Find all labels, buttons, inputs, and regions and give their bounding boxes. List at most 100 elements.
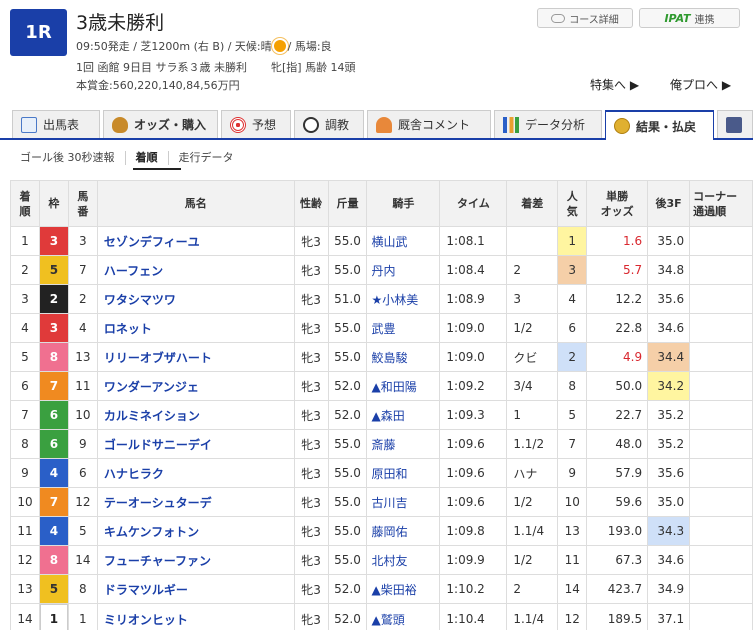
jockey-link[interactable]: 北村友 — [366, 545, 441, 575]
jockey-link[interactable]: ▲柴田裕 — [366, 574, 441, 604]
tab-stable-comment[interactable]: 厩舎コメント — [367, 110, 491, 138]
horse-name-link[interactable]: フューチャーファン — [96, 545, 295, 575]
horse-name-link[interactable]: ゴールドサニーデイ — [96, 429, 295, 459]
umaban-cell: 14 — [67, 545, 98, 575]
subnav-goal-flash[interactable]: ゴール後 30秒速報 — [10, 151, 126, 165]
rank-cell: 13 — [10, 574, 40, 604]
tab-label: 予想 — [252, 118, 277, 132]
horse-name-link[interactable]: ハーフェン — [96, 255, 295, 285]
header-last3f: 後3F — [647, 180, 691, 227]
horse-name-link[interactable]: ミリオンヒット — [96, 603, 295, 630]
odds-cell: 423.7 — [586, 574, 649, 604]
ipat-link-button[interactable]: IPAT 連携 — [639, 8, 740, 28]
horse-name-link[interactable]: ハナヒラク — [96, 458, 295, 488]
umaban-cell: 13 — [67, 342, 98, 372]
time-cell: 1:09.0 — [439, 313, 508, 343]
jockey-link[interactable]: ▲和田陽 — [366, 371, 441, 401]
tab-odds[interactable]: オッズ・購入 — [103, 110, 218, 138]
horse-name-link[interactable]: ワンダーアンジェ — [96, 371, 295, 401]
tab-results[interactable]: 結果・払戻 — [605, 110, 714, 140]
corner-cell — [689, 313, 753, 343]
margin-cell: 3 — [506, 284, 559, 314]
umaban-cell: 11 — [67, 371, 98, 401]
ipat-label: 連携 — [694, 14, 715, 26]
tab-label: オッズ・購入 — [134, 118, 207, 132]
umaban-cell: 9 — [67, 429, 98, 459]
waku-cell: 1 — [38, 603, 69, 630]
margin-cell: 1.1/4 — [506, 516, 559, 546]
umaban-cell: 8 — [67, 574, 98, 604]
waku-badge: 4 — [40, 517, 68, 545]
jockey-link[interactable]: 横山武 — [366, 226, 441, 256]
horse-name-link[interactable]: リリーオブザハート — [96, 342, 295, 372]
sex-age-cell: 牝3 — [293, 516, 329, 546]
tokushu-link[interactable]: 特集へ ▶ — [590, 76, 639, 93]
popularity-cell: 11 — [557, 545, 588, 575]
odds-cell: 67.3 — [586, 545, 649, 575]
waku-cell: 4 — [38, 516, 69, 546]
jockey-link[interactable]: 鮫島駿 — [366, 342, 441, 372]
jockey-link[interactable]: ▲森田 — [366, 400, 441, 430]
corner-cell — [689, 371, 753, 401]
orepro-link[interactable]: 俺プロへ ▶ — [670, 76, 731, 93]
time-cell: 1:10.4 — [439, 603, 508, 630]
header-popularity: 人 気 — [557, 180, 588, 227]
margin-cell: クビ — [506, 342, 559, 372]
last3f-cell: 37.1 — [647, 603, 691, 630]
corner-cell — [689, 516, 753, 546]
time-cell: 1:09.2 — [439, 371, 508, 401]
corner-cell — [689, 255, 753, 285]
last3f-cell: 34.2 — [647, 371, 691, 401]
tab-label: データ分析 — [525, 118, 586, 132]
jockey-link[interactable]: 藤岡佑 — [366, 516, 441, 546]
subnav-order[interactable]: 着順 — [126, 151, 169, 165]
tab-yoso[interactable]: 予想 — [221, 110, 291, 138]
race-start-info: 09:50発走 / 芝1200m (右 B) / 天候:晴 — [76, 40, 272, 53]
track-condition: / 馬場:良 — [287, 40, 332, 53]
last3f-cell: 35.6 — [647, 458, 691, 488]
tab-data-analysis[interactable]: データ分析 — [494, 110, 602, 138]
rank-cell: 10 — [10, 487, 40, 517]
tab-movie[interactable] — [717, 110, 753, 138]
weight-cell: 55.0 — [327, 255, 368, 285]
corner-cell — [689, 545, 753, 575]
horse-name-link[interactable]: カルミネイション — [96, 400, 295, 430]
stable-icon — [376, 116, 392, 133]
header-corner: コーナー 通過順 — [689, 180, 753, 227]
corner-cell — [689, 400, 753, 430]
popularity-cell: 3 — [557, 255, 588, 285]
last3f-cell: 34.4 — [647, 342, 691, 372]
last3f-cell: 35.6 — [647, 284, 691, 314]
horse-name-link[interactable]: ワタシマツワ — [96, 284, 295, 314]
odds-cell: 5.7 — [586, 255, 649, 285]
subnav-running-data[interactable]: 走行データ — [169, 151, 244, 165]
jockey-link[interactable]: 丹内 — [366, 255, 441, 285]
waku-badge: 8 — [40, 546, 68, 574]
tab-training[interactable]: 調教 — [294, 110, 364, 138]
horse-name-link[interactable]: テーオーシュターデ — [96, 487, 295, 517]
course-detail-button[interactable]: コース詳細 — [537, 8, 633, 28]
time-cell: 1:08.9 — [439, 284, 508, 314]
waku-cell: 4 — [38, 458, 69, 488]
jockey-link[interactable]: ★小林美 — [366, 284, 441, 314]
odds-cell: 50.0 — [586, 371, 649, 401]
stopwatch-icon — [303, 116, 319, 133]
sex-age-cell: 牝3 — [293, 313, 329, 343]
horse-name-link[interactable]: ロネット — [96, 313, 295, 343]
odds-cell: 193.0 — [586, 516, 649, 546]
sex-age-cell: 牝3 — [293, 458, 329, 488]
popularity-cell: 10 — [557, 487, 588, 517]
header-time: タイム — [439, 180, 508, 227]
jockey-link[interactable]: 原田和 — [366, 458, 441, 488]
horse-name-link[interactable]: セゾンデフィーユ — [96, 226, 295, 256]
tab-shutuba[interactable]: 出馬表 — [12, 110, 100, 138]
waku-cell: 6 — [38, 429, 69, 459]
jockey-link[interactable]: 武豊 — [366, 313, 441, 343]
jockey-link[interactable]: ▲鷲頭 — [366, 603, 441, 630]
horse-name-link[interactable]: ドラマツルギー — [96, 574, 295, 604]
last3f-cell: 35.2 — [647, 400, 691, 430]
weight-cell: 55.0 — [327, 487, 368, 517]
jockey-link[interactable]: 古川吉 — [366, 487, 441, 517]
horse-name-link[interactable]: キムケンフォトン — [96, 516, 295, 546]
jockey-link[interactable]: 斎藤 — [366, 429, 441, 459]
